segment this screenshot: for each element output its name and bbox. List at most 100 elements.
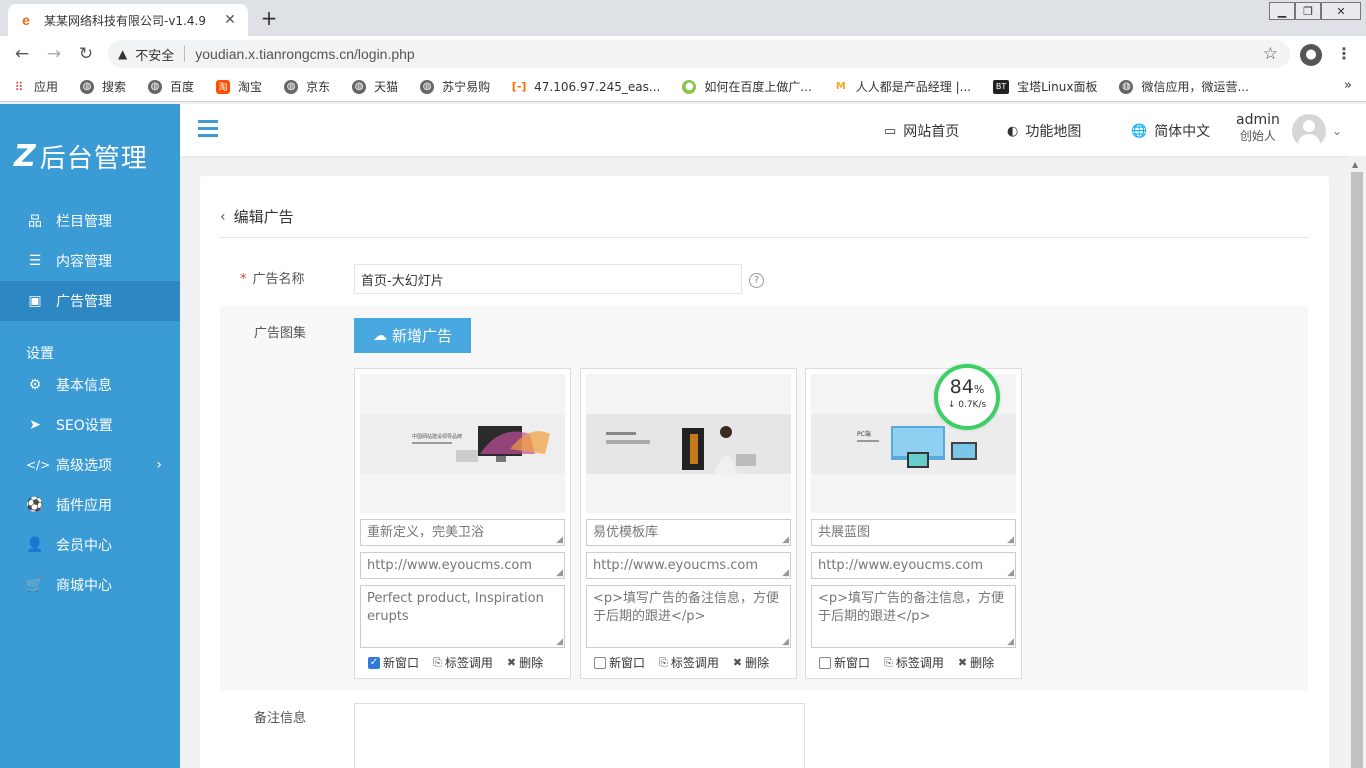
bookmark-item[interactable]: ◍ 百度 (148, 78, 194, 95)
nav-feature-map[interactable]: ◐ 功能地图 (1007, 121, 1081, 141)
ad-name-input[interactable]: 首页-大幻灯片 (354, 264, 742, 294)
ad-note-textarea[interactable]: Perfect product, Inspiration erupts ◢ (360, 585, 565, 648)
sidebar-item-shop[interactable]: 🛒 商城中心 (0, 565, 180, 605)
avatar[interactable] (1292, 114, 1326, 148)
tab-title: 某某网络科技有限公司-v1.4.9 (44, 13, 206, 28)
omnibox[interactable]: ▲ 不安全 youdian.x.tianrongcms.cn/login.php… (108, 40, 1290, 68)
forward-arrow-icon[interactable]: → (38, 44, 70, 64)
sidebar-item-plugins[interactable]: ⚽ 插件应用 (0, 485, 180, 525)
sidebar-item-label: 栏目管理 (56, 214, 112, 230)
ad-title-input[interactable]: 共展蓝图 ◢ (811, 519, 1016, 546)
globe-icon: ◍ (420, 79, 435, 94)
tag-call-button[interactable]: ⎘ 标签调用 (433, 654, 493, 671)
browser-tab[interactable]: e 某某网络科技有限公司-v1.4.9 ✕ (8, 4, 248, 36)
user-info[interactable]: admin 创始人 (1236, 112, 1280, 144)
menu-toggle-icon[interactable] (198, 120, 218, 141)
checkbox-checked-icon[interactable]: ✓ (368, 656, 380, 669)
chevron-left-icon[interactable]: ‹ (220, 209, 226, 225)
bookmark-item[interactable]: 淘 淘宝 (216, 78, 262, 95)
chevron-right-icon: › (156, 457, 162, 473)
bookmark-item[interactable]: M 人人都是产品经理 |... (834, 78, 971, 95)
logo[interactable]: Z 后台管理 (14, 138, 148, 175)
delete-button[interactable]: ✖ 删除 (507, 654, 543, 671)
insecure-indicator[interactable]: ▲ 不安全 (118, 45, 174, 64)
tag-call-button[interactable]: ⎘ 标签调用 (884, 654, 944, 671)
download-arrow-icon: ↓ (947, 400, 959, 410)
ad-note-textarea[interactable]: <p>填写广告的备注信息，方便于后期的跟进</p> ◢ (586, 585, 791, 648)
browser-menu-icon[interactable]: ⋮ (1336, 44, 1352, 63)
sidebar-item-basic-info[interactable]: ⚙ 基本信息 (0, 365, 180, 405)
window-close-icon[interactable]: ✕ (1321, 2, 1361, 20)
new-window-checkbox[interactable]: 新窗口 (819, 654, 870, 671)
checkbox-unchecked-icon[interactable] (594, 656, 606, 669)
window-restore-icon[interactable]: ❐ (1295, 2, 1321, 20)
bookmark-item[interactable]: ◍ 苏宁易购 (420, 78, 490, 95)
ad-link-input[interactable]: http://www.eyoucms.com ◢ (811, 552, 1016, 579)
bookmark-item[interactable]: BT 宝塔Linux面板 (993, 78, 1097, 95)
url-text[interactable]: youdian.x.tianrongcms.cn/login.php (195, 46, 414, 62)
tag-call-button[interactable]: ⎘ 标签调用 (659, 654, 719, 671)
required-marker: * (240, 272, 247, 287)
ad-link-input[interactable]: http://www.eyoucms.com ◢ (360, 552, 565, 579)
ad-card: 中国网站建设领导品牌 重新定义，完美卫浴 ◢ http://www.eyoucms… (354, 368, 571, 679)
notes-textarea[interactable] (354, 703, 805, 768)
bookmark-item[interactable]: ⠿ 应用 (12, 78, 58, 95)
bookmark-item[interactable]: ◍ 微信应用，微运营... (1119, 78, 1249, 95)
tab-close-icon[interactable]: ✕ (222, 12, 238, 28)
sidebar-item-columns[interactable]: 品 栏目管理 (0, 201, 180, 241)
ad-title-input[interactable]: 易优模板库 ◢ (586, 519, 791, 546)
profile-avatar-icon[interactable]: ● (1300, 44, 1322, 66)
ad-image[interactable] (586, 374, 791, 513)
cart-icon: 🛒 (26, 577, 44, 593)
nav-site-home[interactable]: ▭ 网站首页 (884, 121, 959, 141)
chevron-down-icon[interactable]: ⌄ (1332, 124, 1342, 138)
checkbox-unchecked-icon[interactable] (819, 656, 831, 669)
help-icon[interactable]: ? (749, 273, 764, 288)
sidebar-item-label: 高级选项 (56, 458, 112, 474)
scroll-thumb[interactable] (1351, 172, 1363, 768)
bookmark-item[interactable]: ◍ 天猫 (352, 78, 398, 95)
insecure-label: 不安全 (135, 48, 175, 64)
page-title[interactable]: ‹ 编辑广告 (220, 206, 294, 227)
ad-title-input[interactable]: 重新定义，完美卫浴 ◢ (360, 519, 565, 546)
bookmark-item[interactable]: ◍ 搜索 (80, 78, 126, 95)
add-ad-button[interactable]: ☁ 新增广告 (354, 318, 471, 353)
bookmark-item[interactable]: ◍ 京东 (284, 78, 330, 95)
ad-note-textarea[interactable]: <p>填写广告的备注信息，方便于后期的跟进</p> ◢ (811, 585, 1016, 648)
speed-percent-unit: % (973, 383, 985, 396)
code-file-icon: ⎘ (433, 655, 442, 669)
new-window-checkbox[interactable]: ✓ 新窗口 (368, 654, 419, 671)
ad-link-input[interactable]: http://www.eyoucms.com ◢ (586, 552, 791, 579)
scroll-up-icon[interactable]: ▲ (1352, 160, 1358, 169)
sidebar-item-members[interactable]: 👤 会员中心 (0, 525, 180, 565)
new-window-checkbox[interactable]: 新窗口 (594, 654, 645, 671)
new-tab-plus-icon[interactable]: + (258, 8, 280, 28)
bookmark-label: 搜索 (102, 80, 127, 94)
bookmark-item[interactable]: [-] 47.106.97.245_eas... (512, 80, 661, 94)
page-scrollbar[interactable]: ▲ (1348, 156, 1366, 768)
back-arrow-icon[interactable]: ← (6, 44, 38, 64)
reload-icon[interactable]: ↻ (70, 44, 102, 64)
network-speed-widget[interactable]: 84% ↓ 0.7K/s (934, 364, 1000, 430)
bookmark-label: 应用 (34, 80, 59, 94)
nav-language[interactable]: 🌐 简体中文 (1131, 121, 1210, 141)
delete-button[interactable]: ✖ 删除 (733, 654, 769, 671)
sidebar-item-seo[interactable]: ➤ SEO设置 (0, 405, 180, 445)
bookmark-label: 天猫 (374, 80, 399, 94)
bookmark-label: 微信应用，微运营... (1141, 80, 1249, 94)
sidebar-item-advanced[interactable]: </> 高级选项 › (0, 445, 180, 485)
bookmarks-overflow-icon[interactable]: » (1344, 78, 1352, 93)
apps-grid-icon: ⠿ (14, 79, 24, 94)
banner-template-image (586, 414, 791, 474)
ad-name-label: * 广告名称 (240, 272, 305, 287)
sitemap-icon: 品 (28, 214, 42, 230)
ad-image[interactable]: 中国网站建设领导品牌 (360, 374, 565, 513)
delete-button[interactable]: ✖ 删除 (958, 654, 994, 671)
sidebar-item-label: 商城中心 (56, 578, 112, 594)
bookmark-item[interactable]: ● 如何在百度上做广... (682, 78, 812, 95)
code-file-icon: ⎘ (659, 655, 668, 669)
sidebar-item-ads[interactable]: ▣ 广告管理 (0, 281, 180, 321)
window-minimize-icon[interactable]: ▁ (1269, 2, 1295, 20)
sidebar-item-content[interactable]: ☰ 内容管理 (0, 241, 180, 281)
bookmark-star-icon[interactable]: ☆ (1263, 44, 1278, 64)
